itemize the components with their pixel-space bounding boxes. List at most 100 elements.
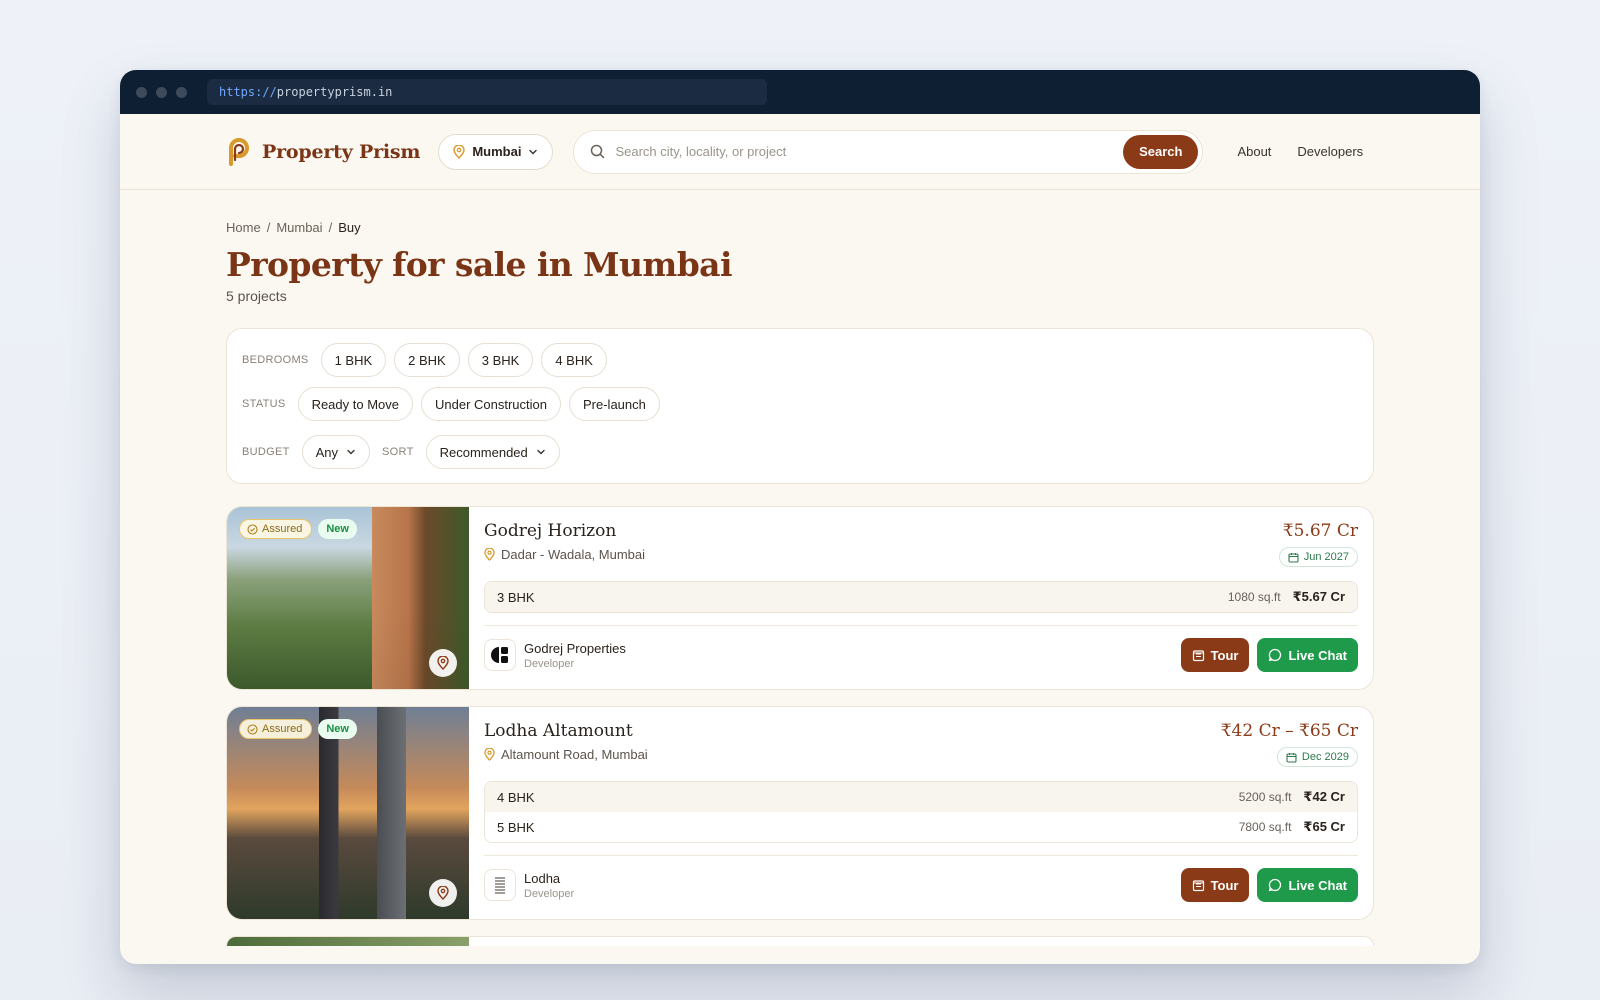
developer-info[interactable]: Godrej Properties Developer — [484, 639, 626, 671]
tour-button[interactable]: Tour — [1180, 638, 1250, 672]
status-label: STATUS — [242, 398, 286, 410]
project-location-text: Dadar - Wadala, Mumbai — [501, 547, 646, 562]
search-input[interactable] — [615, 144, 1124, 159]
window-controls — [136, 86, 187, 98]
configuration-table: 4 BHK 5200 sq.ft ₹42 Cr 5 BHK 7800 sq.ft… — [484, 781, 1358, 843]
nav-link-about[interactable]: About — [1237, 144, 1271, 159]
nav-link-developers[interactable]: Developers — [1297, 144, 1363, 159]
listing-photo-partial — [227, 937, 469, 946]
brand-name: Property Prism — [262, 140, 421, 163]
sort-label: SORT — [382, 446, 414, 458]
listing-footer: Godrej Properties Developer Tour Live Ch… — [484, 638, 1358, 672]
possession-badge: Dec 2029 — [1276, 747, 1358, 767]
calendar-icon — [1288, 552, 1299, 563]
bedrooms-label: BEDROOMS — [242, 354, 309, 366]
developer-name: Lodha — [524, 870, 561, 886]
developer-info[interactable]: Lodha Developer — [484, 869, 574, 901]
assured-badge-label: Assured — [262, 723, 303, 735]
card-divider — [484, 855, 1358, 856]
config-price: ₹5.67 Cr — [1292, 589, 1345, 604]
new-badge: New — [318, 519, 357, 539]
breadcrumb-city[interactable]: Mumbai — [276, 220, 322, 235]
config-price: ₹42 Cr — [1303, 789, 1345, 804]
sort-select[interactable]: Recommended — [425, 435, 560, 469]
building-icon — [1192, 649, 1204, 661]
status-chip-ready[interactable]: Ready to Move — [297, 387, 413, 421]
bedroom-chip-4bhk[interactable]: 4 BHK — [541, 343, 607, 377]
status-chip-prelaunch[interactable]: Pre-launch — [569, 387, 660, 421]
breadcrumb-current: Buy — [338, 220, 361, 235]
project-name[interactable]: Godrej Horizon — [484, 521, 645, 541]
listing-title-group: Lodha Altamount Altamount Road, Mumbai — [484, 721, 648, 767]
listing-card[interactable]: Assured New Lodha Altamount Altamount Ro… — [226, 706, 1374, 920]
sort-select-value: Recommended — [439, 444, 528, 460]
live-chat-button-label: Live Chat — [1288, 877, 1347, 893]
listing-actions: Tour Live Chat — [1180, 638, 1358, 672]
minimize-window-dot[interactable] — [156, 86, 167, 98]
filter-panel: BEDROOMS 1 BHK 2 BHK 3 BHK 4 BHK STATUS … — [226, 328, 1374, 484]
configuration-row[interactable]: 4 BHK 5200 sq.ft ₹42 Cr — [485, 782, 1357, 812]
config-price: ₹65 Cr — [1303, 819, 1345, 834]
maximize-window-dot[interactable] — [176, 86, 187, 98]
listing-card-partial[interactable] — [226, 936, 1374, 946]
site-header: Property Prism Mumbai Search About Devel… — [120, 114, 1480, 190]
developer-text: Godrej Properties Developer — [524, 641, 626, 670]
project-name[interactable]: Lodha Altamount — [484, 721, 648, 741]
developer-name: Godrej Properties — [524, 640, 626, 656]
city-selector-label: Mumbai — [472, 144, 522, 159]
map-view-button[interactable] — [429, 649, 457, 677]
city-selector[interactable]: Mumbai — [438, 133, 554, 170]
map-view-button[interactable] — [429, 879, 457, 907]
status-chip-under-construction[interactable]: Under Construction — [421, 387, 561, 421]
config-area: 7800 sq.ft — [1238, 820, 1292, 834]
tour-button[interactable]: Tour — [1180, 868, 1250, 902]
listing-photo[interactable]: Assured New — [227, 707, 469, 919]
listing-card[interactable]: Assured New Godrej Horizon Dadar - Wadal… — [226, 506, 1374, 690]
config-details: 5200 sq.ft ₹42 Cr — [1239, 789, 1345, 805]
listing-header: Godrej Horizon Dadar - Wadala, Mumbai ₹5… — [484, 521, 1358, 567]
search-bar: Search — [573, 129, 1204, 174]
top-nav: About Developers — [1237, 144, 1363, 159]
card-divider — [484, 625, 1358, 626]
breadcrumb-home[interactable]: Home — [226, 220, 261, 235]
brand-mark-icon — [229, 137, 249, 166]
bedroom-chip-2bhk[interactable]: 2 BHK — [394, 343, 460, 377]
project-price: ₹5.67 Cr — [1282, 521, 1358, 541]
listing-details: Lodha Altamount Altamount Road, Mumbai ₹… — [469, 707, 1373, 919]
developer-logo-icon — [484, 639, 516, 671]
breadcrumb-separator: / — [328, 220, 333, 235]
configuration-row[interactable]: 5 BHK 7800 sq.ft ₹65 Cr — [485, 812, 1357, 842]
map-pin-icon — [453, 144, 466, 159]
browser-window: https://propertyprism.in Property Prism … — [120, 70, 1480, 964]
map-pin-icon — [437, 656, 449, 670]
map-pin-icon — [437, 886, 449, 900]
project-location: Dadar - Wadala, Mumbai — [484, 547, 645, 562]
live-chat-button[interactable]: Live Chat — [1257, 638, 1358, 672]
listing-details: Godrej Horizon Dadar - Wadala, Mumbai ₹5… — [469, 507, 1373, 689]
configuration-row[interactable]: 3 BHK 1080 sq.ft ₹5.67 Cr — [485, 582, 1357, 612]
lodha-logo-icon — [495, 877, 505, 894]
budget-select[interactable]: Any — [301, 435, 371, 469]
possession-badge: Jun 2027 — [1278, 547, 1358, 567]
search-button[interactable]: Search — [1123, 134, 1199, 169]
developer-role: Developer — [524, 887, 575, 900]
bedroom-chip-3bhk[interactable]: 3 BHK — [467, 343, 534, 377]
listing-badges: Assured New — [239, 719, 357, 739]
listing-price-group: ₹5.67 Cr Jun 2027 — [1278, 521, 1358, 567]
browser-chrome: https://propertyprism.in — [120, 70, 1480, 114]
status-filter-row: STATUS Ready to Move Under Construction … — [242, 387, 1359, 421]
godrej-logo-icon — [491, 647, 508, 663]
listing-photo[interactable]: Assured New — [227, 507, 469, 689]
config-details: 7800 sq.ft ₹65 Cr — [1239, 819, 1345, 835]
listing-header: Lodha Altamount Altamount Road, Mumbai ₹… — [484, 721, 1358, 767]
listing-actions: Tour Live Chat — [1180, 868, 1358, 902]
brand-logo[interactable]: Property Prism — [226, 137, 421, 166]
close-window-dot[interactable] — [136, 86, 147, 98]
listing-footer: Lodha Developer Tour Live Chat — [484, 868, 1358, 902]
project-location: Altamount Road, Mumbai — [484, 747, 648, 762]
live-chat-button[interactable]: Live Chat — [1257, 868, 1358, 902]
bedroom-chip-1bhk[interactable]: 1 BHK — [320, 343, 387, 377]
developer-role: Developer — [524, 657, 575, 670]
budget-label: BUDGET — [242, 446, 290, 458]
address-bar[interactable]: https://propertyprism.in — [207, 79, 767, 105]
